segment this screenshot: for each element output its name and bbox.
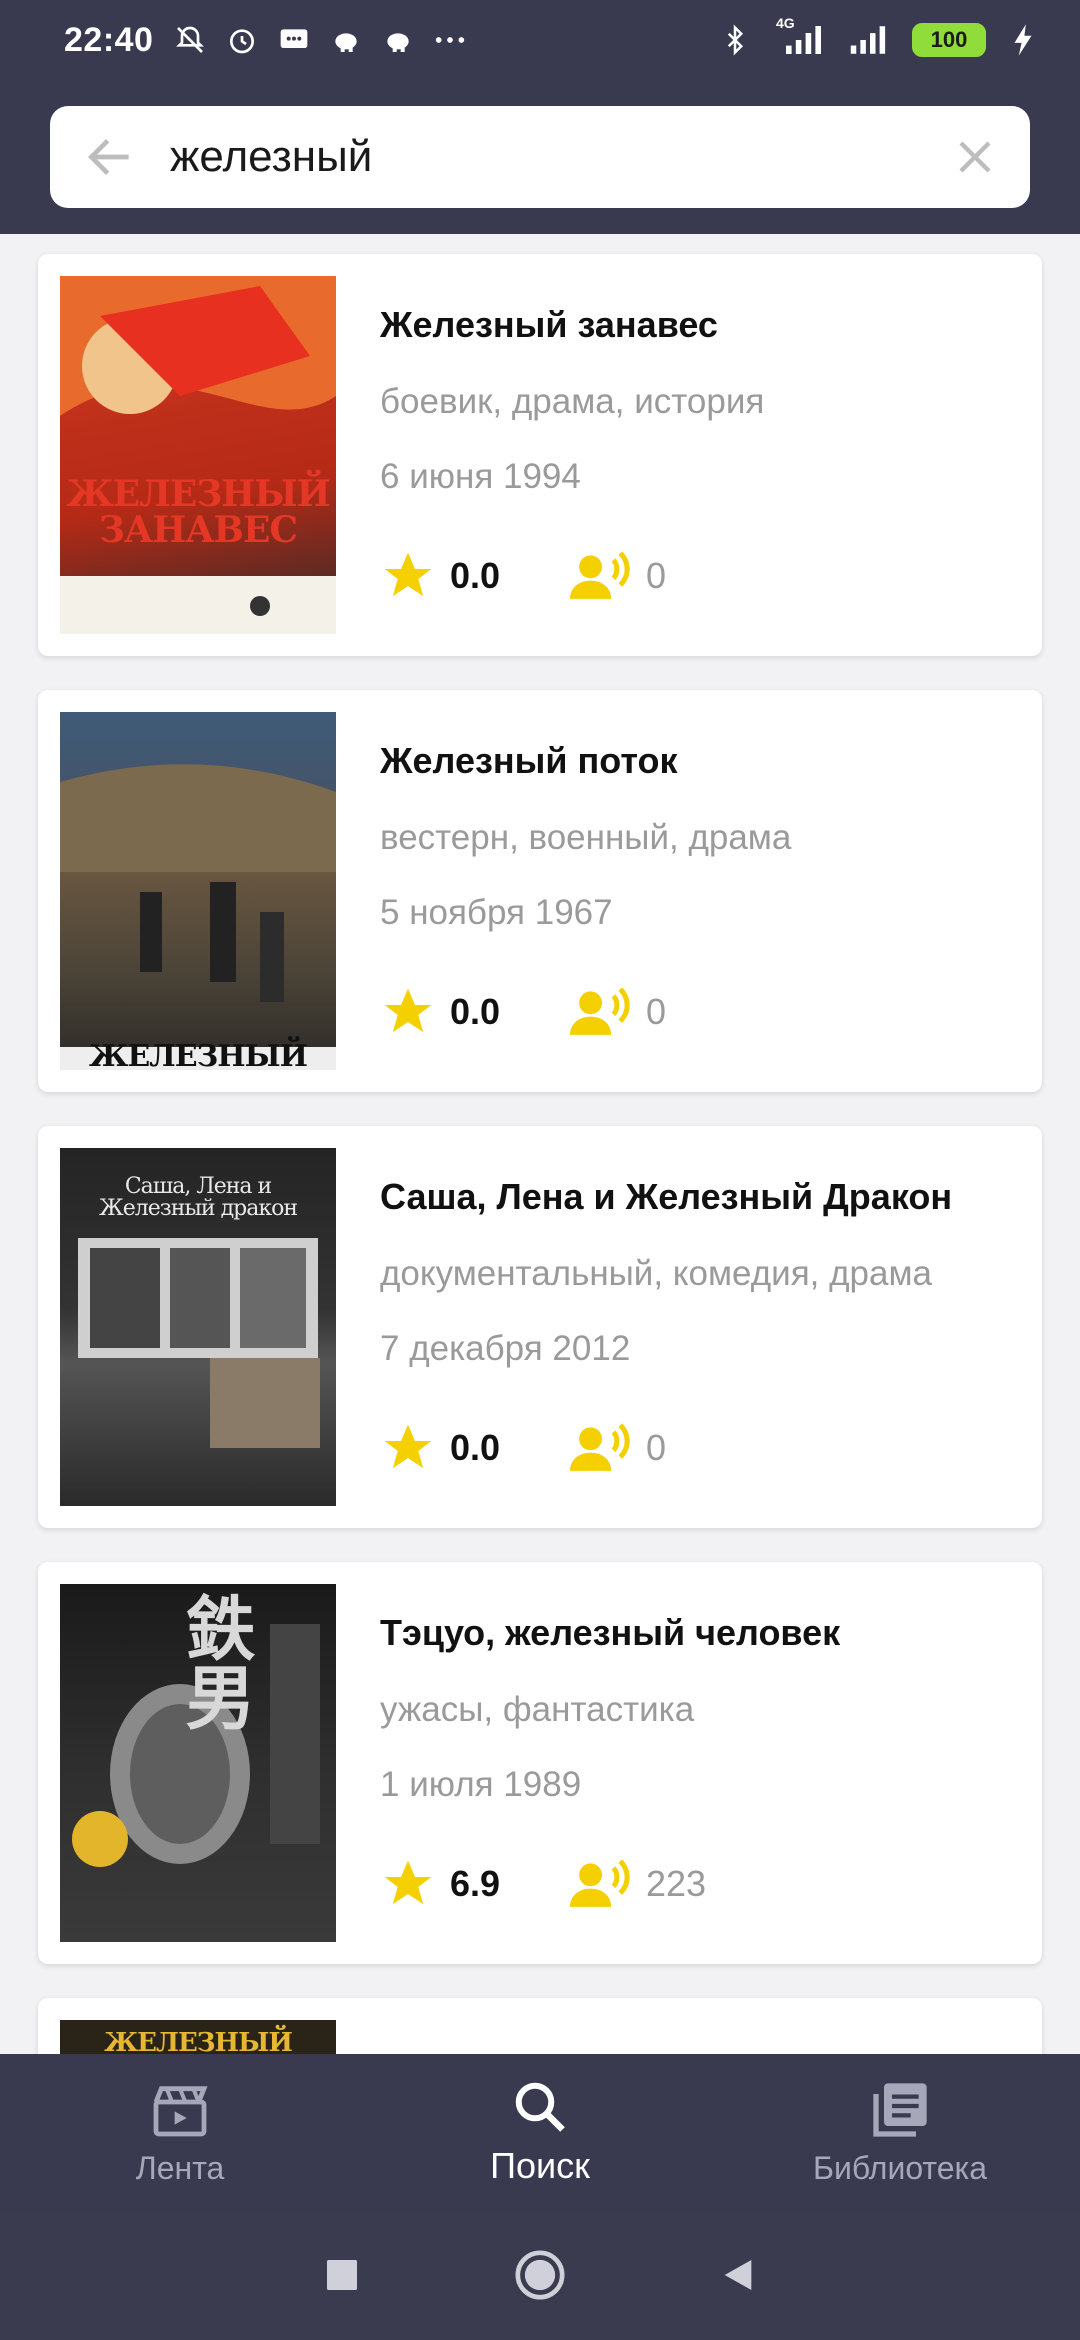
- star-icon: [384, 552, 432, 597]
- clapperboard-icon: [153, 2085, 208, 2136]
- poster-caption: ЖЕЛЕЗНЫЙ ПОТОК: [89, 1039, 308, 1071]
- nav-label-search: Поиск: [490, 2145, 590, 2186]
- film-title: Саша, Лена и Железный Дракон: [380, 1176, 953, 1217]
- film-rating: 0.0: [450, 991, 501, 1032]
- film-release-date: 1 июля 1989: [380, 1765, 582, 1804]
- piggy-bank-icon: [329, 23, 363, 57]
- film-rating: 6.9: [450, 1863, 501, 1904]
- film-release-date: 6 июня 1994: [380, 457, 581, 496]
- film-poster: Саша, Лена и Железный дракон: [60, 1148, 336, 1506]
- signal-icon: [848, 23, 892, 57]
- system-navigation-bar: [0, 2210, 1080, 2340]
- film-stats: 0.0 0: [380, 984, 666, 1040]
- search-header: [0, 80, 1080, 234]
- voice-icon: [570, 1423, 630, 1471]
- poster-caption: ЖЕЛЕЗНЫЙ ЧЕЛОВЕК: [104, 2028, 293, 2054]
- film-card[interactable]: Саша, Лена и Железный дракон Саша, Лена …: [38, 1126, 1042, 1528]
- star-icon: [384, 988, 432, 1033]
- film-card[interactable]: ЖЕЛЕЗНЫЙ ЗАНАВЕС Железный занавес боевик…: [38, 254, 1042, 656]
- film-votes: 223: [646, 1863, 707, 1904]
- voice-icon: [570, 987, 630, 1035]
- status-left: 22:40: [64, 21, 467, 60]
- more-icon: [433, 23, 467, 57]
- film-release-date: 5 ноября 1967: [380, 893, 613, 932]
- piggy-bank-icon: [381, 23, 415, 57]
- nav-tab-feed[interactable]: Лента: [0, 2054, 360, 2210]
- film-rating: 0.0: [450, 555, 501, 596]
- arrow-left-icon: [88, 139, 129, 175]
- back-button[interactable]: [50, 106, 170, 208]
- bell-off-icon: [173, 23, 207, 57]
- recent-apps-icon[interactable]: [322, 2255, 362, 2295]
- status-time: 22:40: [64, 20, 154, 59]
- film-poster: ЖЕЛЕЗНЫЙ ПОТОК: [60, 712, 336, 1070]
- message-icon: [277, 23, 311, 57]
- film-poster: ЖЕЛЕЗНЫЙ ЧЕЛОВЕК: [60, 2020, 336, 2054]
- film-poster: ЖЕЛЕЗНЫЙ ЗАНАВЕС: [60, 276, 336, 634]
- results-list[interactable]: ЖЕЛЕЗНЫЙ ЗАНАВЕС Железный занавес боевик…: [0, 234, 1080, 2054]
- search-box[interactable]: [50, 106, 1030, 208]
- film-votes: 0: [646, 991, 667, 1032]
- film-votes: 0: [646, 1427, 667, 1468]
- film-stats: 0.0 0: [380, 1420, 666, 1476]
- poster-caption: ЖЕЛЕЗНЫЙ ЗАНАВЕС: [66, 473, 330, 551]
- notification-icons: [173, 23, 467, 57]
- film-genres: документальный, комедия, драма: [380, 1254, 932, 1293]
- nav-tab-search[interactable]: Поиск: [360, 2054, 720, 2210]
- close-icon: [959, 141, 991, 173]
- search-input[interactable]: [170, 132, 920, 182]
- film-title: Железный занавес: [380, 304, 718, 345]
- film-title: Тэцуо, железный человек: [380, 1612, 841, 1653]
- film-stats: 6.9 223: [380, 1856, 706, 1912]
- signal-4g-icon: 4G: [772, 15, 828, 57]
- film-genres: вестерн, военный, драма: [380, 818, 792, 857]
- film-release-date: 7 декабря 2012: [380, 1329, 631, 1368]
- film-votes: 0: [646, 555, 667, 596]
- battery-indicator: 100: [912, 23, 986, 57]
- clear-button[interactable]: [920, 106, 1030, 208]
- bottom-navigation: Лента Поиск Библиотека: [0, 2054, 1080, 2210]
- back-triangle-icon[interactable]: [718, 2255, 758, 2295]
- nav-tab-library[interactable]: Библиотека: [720, 2054, 1080, 2210]
- voice-icon: [570, 551, 630, 599]
- poster-caption: 鉄男: [174, 1592, 257, 1730]
- star-icon: [384, 1860, 432, 1905]
- nav-label-feed: Лента: [135, 2149, 225, 2186]
- film-title: Железный поток: [380, 740, 678, 781]
- poster-caption: Саша, Лена и Железный дракон: [99, 1174, 298, 1221]
- film-card[interactable]: 鉄男 Тэцуо, железный человек ужасы, фантас…: [38, 1562, 1042, 1964]
- film-stats: 0.0 0: [380, 548, 666, 604]
- home-icon[interactable]: [512, 2247, 568, 2303]
- network-type: 4G: [776, 15, 795, 31]
- nav-label-library: Библиотека: [813, 2149, 987, 2186]
- charging-icon: [1006, 23, 1040, 57]
- bluetooth-icon: [718, 23, 752, 57]
- film-card[interactable]: ЖЕЛЕЗНЫЙ ЧЕЛОВЕК: [38, 1998, 1042, 2054]
- status-bar: 22:40 4G 100: [0, 0, 1080, 80]
- star-icon: [384, 1424, 432, 1469]
- voice-icon: [570, 1859, 630, 1907]
- alarm-icon: [225, 23, 259, 57]
- film-rating: 0.0: [450, 1427, 501, 1468]
- film-genres: ужасы, фантастика: [380, 1690, 695, 1729]
- library-icon: [873, 2082, 927, 2137]
- status-right: 4G 100: [718, 15, 1040, 57]
- film-genres: боевик, драма, история: [380, 382, 765, 421]
- film-card[interactable]: ЖЕЛЕЗНЫЙ ПОТОК Железный поток вестерн, в…: [38, 690, 1042, 1092]
- film-poster: 鉄男: [60, 1584, 336, 1942]
- search-icon: [515, 2082, 565, 2132]
